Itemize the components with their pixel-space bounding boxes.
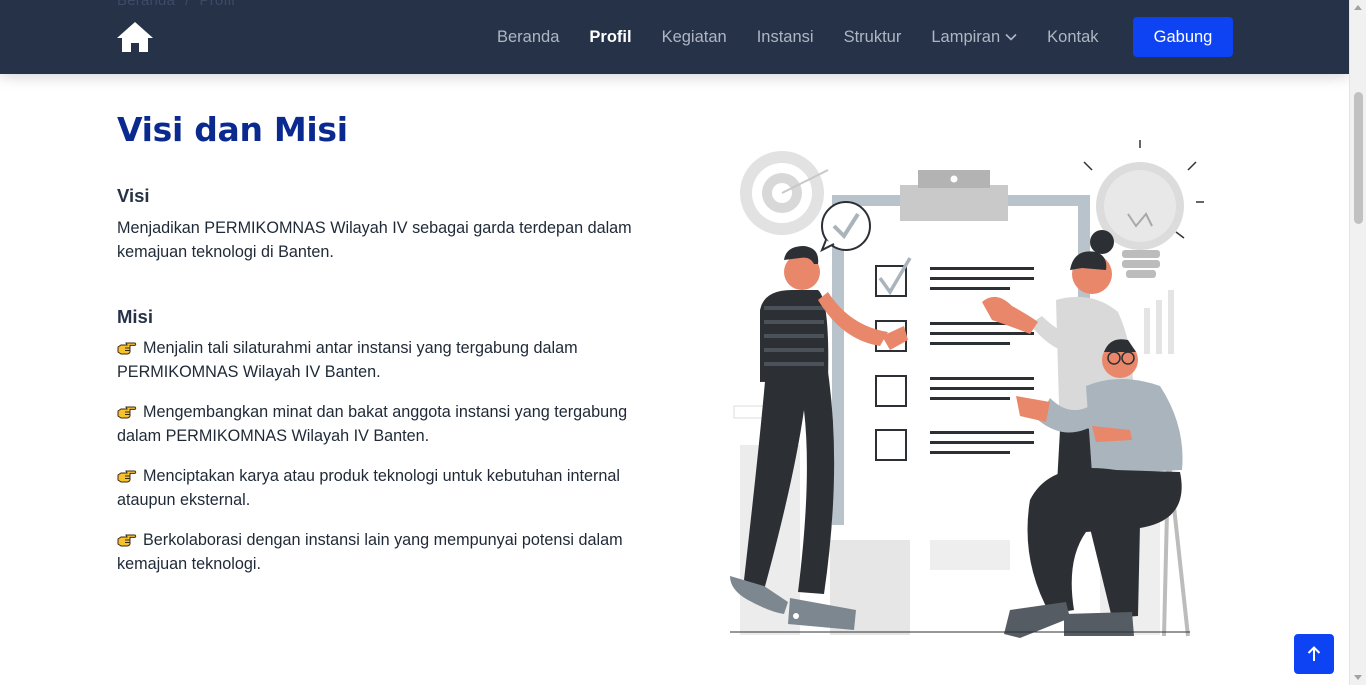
vision-mission-section: Visi dan Misi Visi Menjadikan PERMIKOMNA… — [117, 110, 677, 576]
misi-item: Menciptakan karya atau produk teknologi … — [117, 464, 657, 512]
nav-profil[interactable]: Profil — [589, 28, 631, 47]
breadcrumb-current: Profil — [199, 0, 235, 9]
pointing-hand-icon — [117, 470, 137, 483]
pointing-hand-icon — [117, 534, 137, 547]
pointing-hand-icon — [117, 342, 137, 355]
page-scrollbar[interactable] — [1349, 0, 1366, 685]
misi-item-text: Mengembangkan minat dan bakat anggota in… — [117, 403, 628, 445]
breadcrumb-separator: / — [185, 0, 190, 9]
scroll-up-icon[interactable] — [1354, 5, 1362, 10]
chevron-down-icon — [1005, 33, 1017, 41]
misi-item: Menjalin tali silaturahmi antar instansi… — [117, 336, 657, 384]
checkmark-bubble-icon — [820, 201, 871, 253]
nav-instansi[interactable]: Instansi — [757, 28, 814, 47]
misi-item-text: Menciptakan karya atau produk teknologi … — [117, 467, 620, 509]
scroll-down-icon[interactable] — [1354, 675, 1362, 680]
back-to-top-button[interactable] — [1294, 634, 1334, 674]
teamwork-checklist-illustration — [730, 140, 1204, 638]
misi-item-text: Berkolaborasi dengan instansi lain yang … — [117, 531, 623, 573]
join-button[interactable]: Gabung — [1133, 17, 1233, 57]
nav-lampiran-label: Lampiran — [931, 27, 1001, 46]
visi-text: Menjadikan PERMIKOMNAS Wilayah IV sebaga… — [117, 219, 632, 261]
misi-item: Mengembangkan minat dan bakat anggota in… — [117, 400, 657, 448]
nav-lampiran[interactable]: Lampiran — [931, 28, 1017, 47]
nav-beranda[interactable]: Beranda — [497, 28, 559, 47]
nav-struktur[interactable]: Struktur — [844, 28, 902, 47]
breadcrumb: Beranda / Profil — [117, 0, 235, 9]
nav-kontak[interactable]: Kontak — [1047, 28, 1098, 47]
arrow-up-icon — [1307, 646, 1321, 661]
page: Beranda / Profil Beranda Profil Kegiatan I… — [0, 0, 1366, 685]
breadcrumb-home[interactable]: Beranda — [117, 0, 175, 9]
target-icon — [740, 151, 829, 235]
misi-item-text: Menjalin tali silaturahmi antar instansi… — [117, 339, 578, 381]
nav-menu: Beranda Profil Kegiatan Instansi Struktu… — [497, 26, 1129, 48]
misi-heading: Misi — [117, 306, 153, 327]
scrollbar-thumb[interactable] — [1354, 92, 1363, 224]
home-icon[interactable] — [116, 21, 154, 53]
visi-heading: Visi — [117, 185, 150, 206]
page-title: Visi dan Misi — [117, 110, 348, 149]
pointing-hand-icon — [117, 406, 137, 419]
misi-item: Berkolaborasi dengan instansi lain yang … — [117, 528, 657, 576]
nav-kegiatan[interactable]: Kegiatan — [662, 28, 727, 47]
navbar: Beranda / Profil Beranda Profil Kegiatan I… — [0, 0, 1349, 74]
